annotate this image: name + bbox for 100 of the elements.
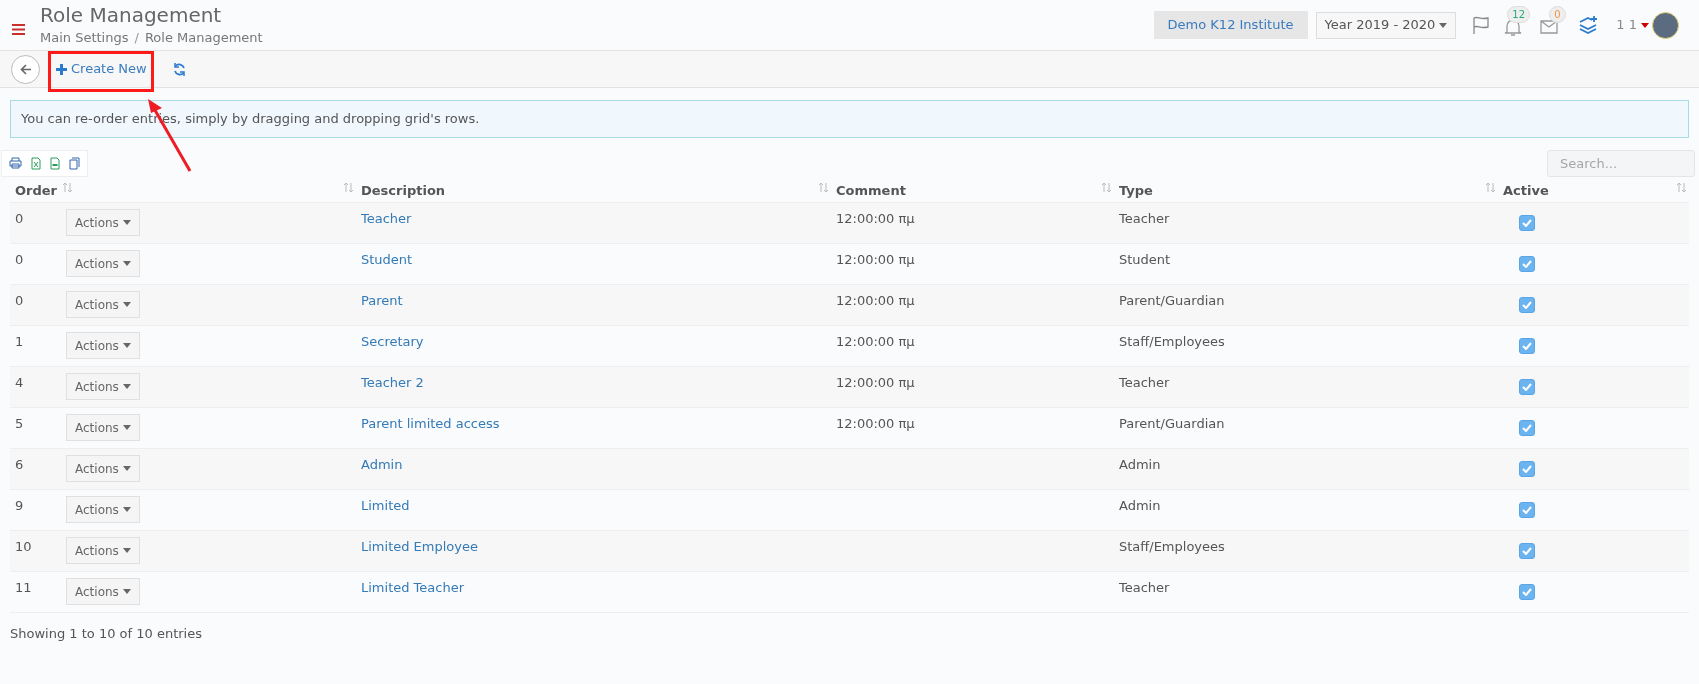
order-cell: 0 bbox=[15, 293, 24, 308]
comment-cell: 12:00:00 πμ bbox=[836, 334, 915, 349]
comment-cell: 12:00:00 πμ bbox=[836, 293, 915, 308]
breadcrumb-current: Role Management bbox=[144, 29, 263, 48]
order-cell: 10 bbox=[15, 539, 32, 554]
column-header[interactable]: Type bbox=[1119, 180, 1153, 201]
active-checkbox[interactable] bbox=[1519, 256, 1535, 272]
user-name[interactable]: 1 1 bbox=[1616, 15, 1637, 35]
actions-button[interactable]: Actions bbox=[66, 496, 140, 523]
actions-button[interactable]: Actions bbox=[66, 455, 140, 482]
check-icon bbox=[1522, 383, 1532, 391]
column-header[interactable]: Comment bbox=[836, 180, 906, 201]
description-link[interactable]: Limited Teacher bbox=[361, 580, 465, 595]
actions-button[interactable]: Actions bbox=[66, 414, 140, 441]
back-button[interactable] bbox=[11, 54, 40, 84]
excel-icon[interactable] bbox=[31, 157, 41, 170]
active-checkbox[interactable] bbox=[1519, 420, 1535, 436]
arrow-left-icon bbox=[19, 63, 32, 75]
comment-cell: 12:00:00 πμ bbox=[836, 252, 915, 267]
column-header[interactable]: Active bbox=[1503, 180, 1549, 201]
institute-button[interactable]: Demo K12 Institute bbox=[1153, 11, 1308, 39]
create-new-button[interactable]: Create New bbox=[56, 54, 147, 84]
description-link[interactable]: Limited bbox=[361, 498, 410, 513]
check-icon bbox=[1522, 219, 1532, 227]
page-title: Role Management bbox=[40, 2, 223, 29]
description-link[interactable]: Admin bbox=[361, 457, 403, 472]
check-icon bbox=[1522, 260, 1532, 268]
layers-icon[interactable] bbox=[1578, 16, 1599, 34]
type-cell: Staff/Employees bbox=[1119, 334, 1225, 349]
caret-icon bbox=[122, 302, 131, 307]
active-checkbox[interactable] bbox=[1519, 543, 1535, 559]
caret-icon bbox=[122, 384, 131, 389]
csv-icon[interactable] bbox=[50, 157, 60, 170]
entries-info: Showing 1 to 10 of 10 entries bbox=[10, 625, 203, 643]
description-link[interactable]: Student bbox=[361, 252, 413, 267]
search-field[interactable]: Search... bbox=[1547, 150, 1695, 177]
caret-icon bbox=[122, 589, 131, 594]
caret-icon bbox=[122, 548, 131, 553]
sort-icon[interactable] bbox=[1677, 182, 1686, 193]
active-checkbox[interactable] bbox=[1519, 502, 1535, 518]
caret-icon bbox=[122, 261, 131, 266]
active-checkbox[interactable] bbox=[1519, 379, 1535, 395]
check-icon bbox=[1522, 588, 1532, 596]
notification-badge: 12 bbox=[1507, 6, 1531, 23]
type-cell: Student bbox=[1119, 252, 1171, 267]
order-cell: 5 bbox=[15, 416, 24, 431]
description-link[interactable]: Parent limited access bbox=[361, 416, 500, 431]
actions-button[interactable]: Actions bbox=[66, 291, 140, 318]
check-icon bbox=[1522, 301, 1532, 309]
column-header[interactable]: Description bbox=[361, 180, 446, 201]
description-link[interactable]: Teacher bbox=[361, 211, 412, 226]
check-icon bbox=[1522, 465, 1532, 473]
caret-icon bbox=[122, 220, 131, 225]
avatar[interactable] bbox=[1652, 11, 1679, 39]
menu-icon[interactable] bbox=[12, 23, 25, 35]
caret-icon bbox=[122, 425, 131, 430]
actions-button[interactable]: Actions bbox=[66, 250, 140, 277]
actions-button[interactable]: Actions bbox=[66, 578, 140, 605]
active-checkbox[interactable] bbox=[1519, 338, 1535, 354]
type-cell: Teacher bbox=[1119, 375, 1170, 390]
sort-icon[interactable] bbox=[819, 182, 828, 193]
active-checkbox[interactable] bbox=[1519, 297, 1535, 313]
type-cell: Staff/Employees bbox=[1119, 539, 1225, 554]
copy-icon[interactable] bbox=[69, 157, 80, 170]
flag-icon[interactable] bbox=[1472, 15, 1491, 35]
actions-button[interactable]: Actions bbox=[66, 373, 140, 400]
comment-cell: 12:00:00 πμ bbox=[836, 416, 915, 431]
description-link[interactable]: Secretary bbox=[361, 334, 424, 349]
sort-icon[interactable] bbox=[63, 182, 72, 193]
envelope-icon[interactable] bbox=[1540, 20, 1559, 34]
check-icon bbox=[1522, 424, 1532, 432]
order-cell: 6 bbox=[15, 457, 24, 472]
column-header[interactable]: Order bbox=[15, 180, 57, 201]
print-icon[interactable] bbox=[9, 157, 22, 169]
check-icon bbox=[1522, 342, 1532, 350]
sort-icon[interactable] bbox=[1102, 182, 1111, 193]
check-icon bbox=[1522, 506, 1532, 514]
comment-cell: 12:00:00 πμ bbox=[836, 211, 915, 226]
description-link[interactable]: Teacher 2 bbox=[361, 375, 424, 390]
refresh-icon[interactable] bbox=[172, 62, 186, 76]
type-cell: Teacher bbox=[1119, 580, 1170, 595]
description-link[interactable]: Parent bbox=[361, 293, 403, 308]
order-cell: 11 bbox=[15, 580, 32, 595]
caret-icon bbox=[122, 466, 131, 471]
description-link[interactable]: Limited Employee bbox=[361, 539, 478, 554]
sort-icon[interactable] bbox=[344, 182, 353, 193]
active-checkbox[interactable] bbox=[1519, 584, 1535, 600]
breadcrumb-link[interactable]: Main Settings bbox=[40, 28, 129, 48]
order-cell: 4 bbox=[15, 375, 24, 390]
type-cell: Admin bbox=[1119, 457, 1161, 472]
sort-icon[interactable] bbox=[1486, 182, 1495, 193]
type-cell: Admin bbox=[1119, 498, 1161, 513]
type-cell: Parent/Guardian bbox=[1119, 293, 1225, 308]
actions-button[interactable]: Actions bbox=[66, 209, 140, 236]
active-checkbox[interactable] bbox=[1519, 461, 1535, 477]
actions-button[interactable]: Actions bbox=[66, 332, 140, 359]
active-checkbox[interactable] bbox=[1519, 215, 1535, 231]
year-dropdown[interactable]: Year 2019 - 2020 bbox=[1315, 11, 1457, 39]
actions-button[interactable]: Actions bbox=[66, 537, 140, 564]
caret-icon[interactable] bbox=[1641, 22, 1649, 28]
